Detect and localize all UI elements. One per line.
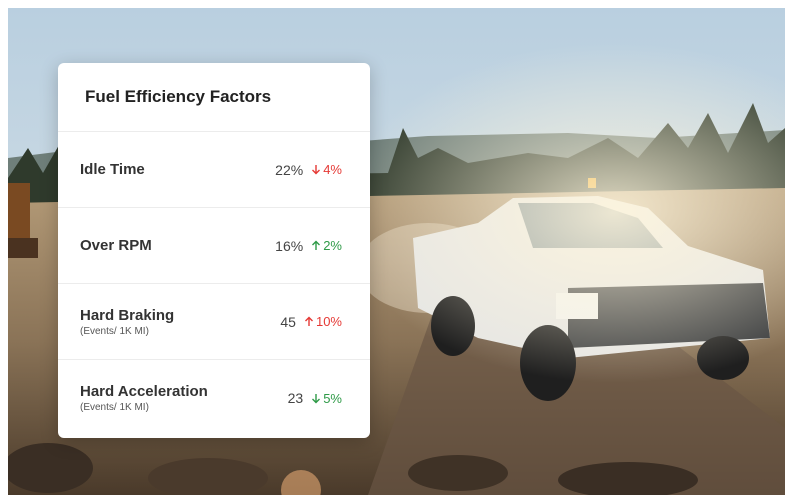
factor-change-value: 4%: [323, 162, 342, 177]
arrow-up-icon: [304, 316, 314, 327]
factor-sublabel: (Events/ 1K MI): [80, 325, 149, 337]
factor-row-hard-braking: Hard Braking (Events/ 1K MI) 45 10%: [58, 284, 370, 360]
factor-change-value: 5%: [323, 390, 342, 406]
factor-change: 5%: [311, 391, 342, 406]
factor-row-idle-time: Idle Time 22% 4%: [58, 132, 370, 208]
factor-row-hard-acceleration: Hard Acceleration (Events/ 1K MI) 23 5%: [58, 360, 370, 436]
factor-sublabel: (Events/ 1K MI): [80, 402, 149, 413]
arrow-down-icon: [311, 393, 321, 404]
factor-label: Idle Time: [80, 161, 145, 178]
fuel-efficiency-card: Fuel Efficiency Factors Idle Time 22% 4%…: [58, 63, 370, 438]
arrow-up-icon: [311, 240, 321, 251]
factor-label: Over RPM: [80, 237, 152, 254]
factor-change: 2%: [311, 238, 342, 253]
card-title: Fuel Efficiency Factors: [58, 63, 370, 132]
factor-change-value: 10%: [315, 314, 342, 329]
factor-change: 4%: [311, 162, 342, 177]
factor-change: 10%: [304, 314, 342, 329]
factor-value: 16%: [275, 237, 304, 254]
arrow-down-icon: [311, 164, 321, 175]
hero-frame: Fuel Efficiency Factors Idle Time 22% 4%…: [8, 8, 785, 495]
factor-value: 22%: [275, 161, 304, 178]
factor-label: Hard Braking: [80, 306, 175, 324]
factor-value: 45: [280, 313, 296, 330]
factor-label: Hard Acceleration: [80, 383, 208, 400]
factor-row-over-rpm: Over RPM 16% 2%: [58, 208, 370, 284]
factor-change-value: 2%: [323, 238, 342, 253]
factor-value: 23: [287, 390, 304, 406]
